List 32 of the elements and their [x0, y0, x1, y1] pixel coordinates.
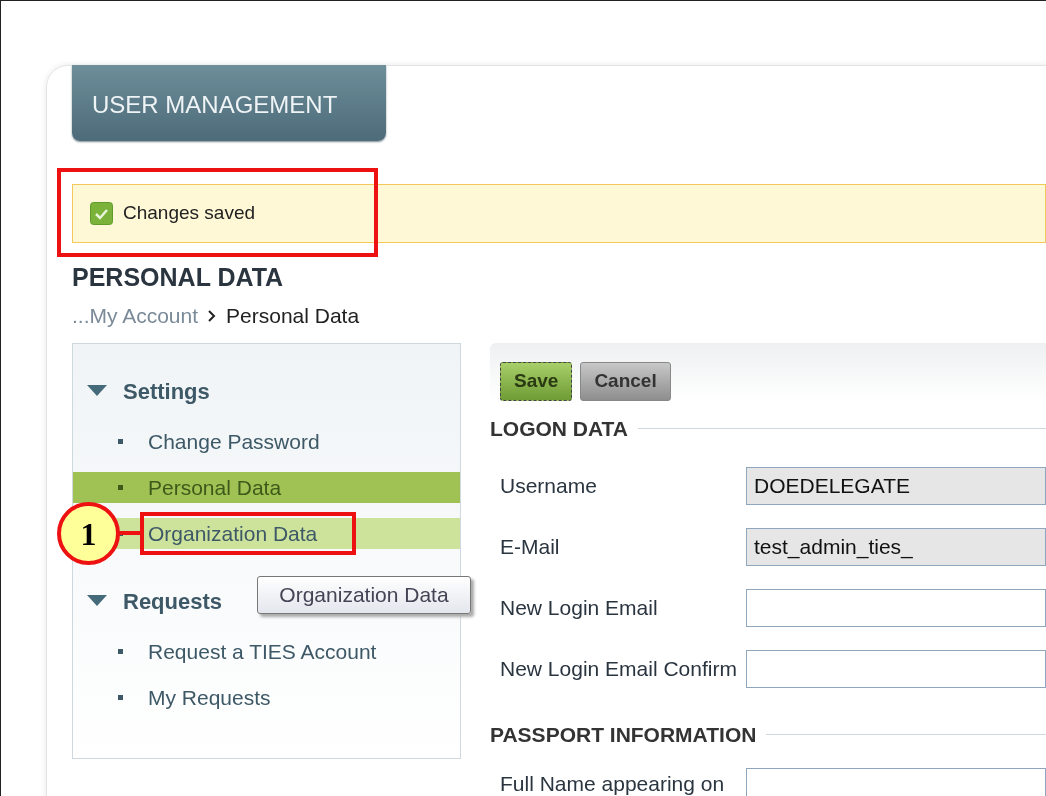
tooltip: Organization Data: [257, 576, 471, 614]
breadcrumb-current: Personal Data: [226, 305, 360, 326]
field-label: E-Mail: [499, 533, 561, 560]
sidebar-item[interactable]: Change Password: [73, 426, 460, 457]
field-label: Username: [499, 472, 598, 499]
notice-text: Changes saved: [123, 201, 256, 226]
bullet-icon: [118, 485, 123, 490]
sidebar-item[interactable]: My Requests: [73, 682, 460, 713]
input-field[interactable]: [746, 588, 1046, 627]
collapse-triangle-icon[interactable]: [87, 595, 107, 607]
chevron-icon: [208, 309, 217, 322]
sidebar-item[interactable]: Request a TIES Account: [73, 636, 460, 667]
header-tab[interactable]: USER MANAGEMENT: [72, 65, 386, 141]
sidebar-item[interactable]: Personal Data: [73, 472, 460, 503]
bullet-icon: [118, 695, 123, 700]
breadcrumb-link[interactable]: ...My Account: [72, 305, 199, 326]
bullet-icon: [118, 439, 123, 444]
sidebar-section-title[interactable]: Settings: [123, 374, 210, 408]
section-heading: PASSPORT INFORMATION: [490, 721, 757, 748]
check-icon: [90, 202, 113, 225]
field-label: Full Name appearing on: [499, 771, 726, 796]
cancel-button[interactable]: Cancel: [580, 362, 671, 401]
section-heading: LOGON DATA: [490, 416, 629, 442]
input-field[interactable]: [746, 768, 1046, 796]
page-title: PERSONAL DATA: [72, 265, 285, 290]
field-label: New Login Email: [499, 594, 659, 621]
bullet-icon: [118, 649, 123, 654]
sidebar-section-title[interactable]: Requests: [123, 584, 223, 618]
field-label: New Login Email Confirm: [499, 655, 738, 682]
save-button[interactable]: Save: [500, 362, 573, 401]
collapse-triangle-icon[interactable]: [87, 385, 107, 397]
input-field[interactable]: [746, 649, 1046, 688]
